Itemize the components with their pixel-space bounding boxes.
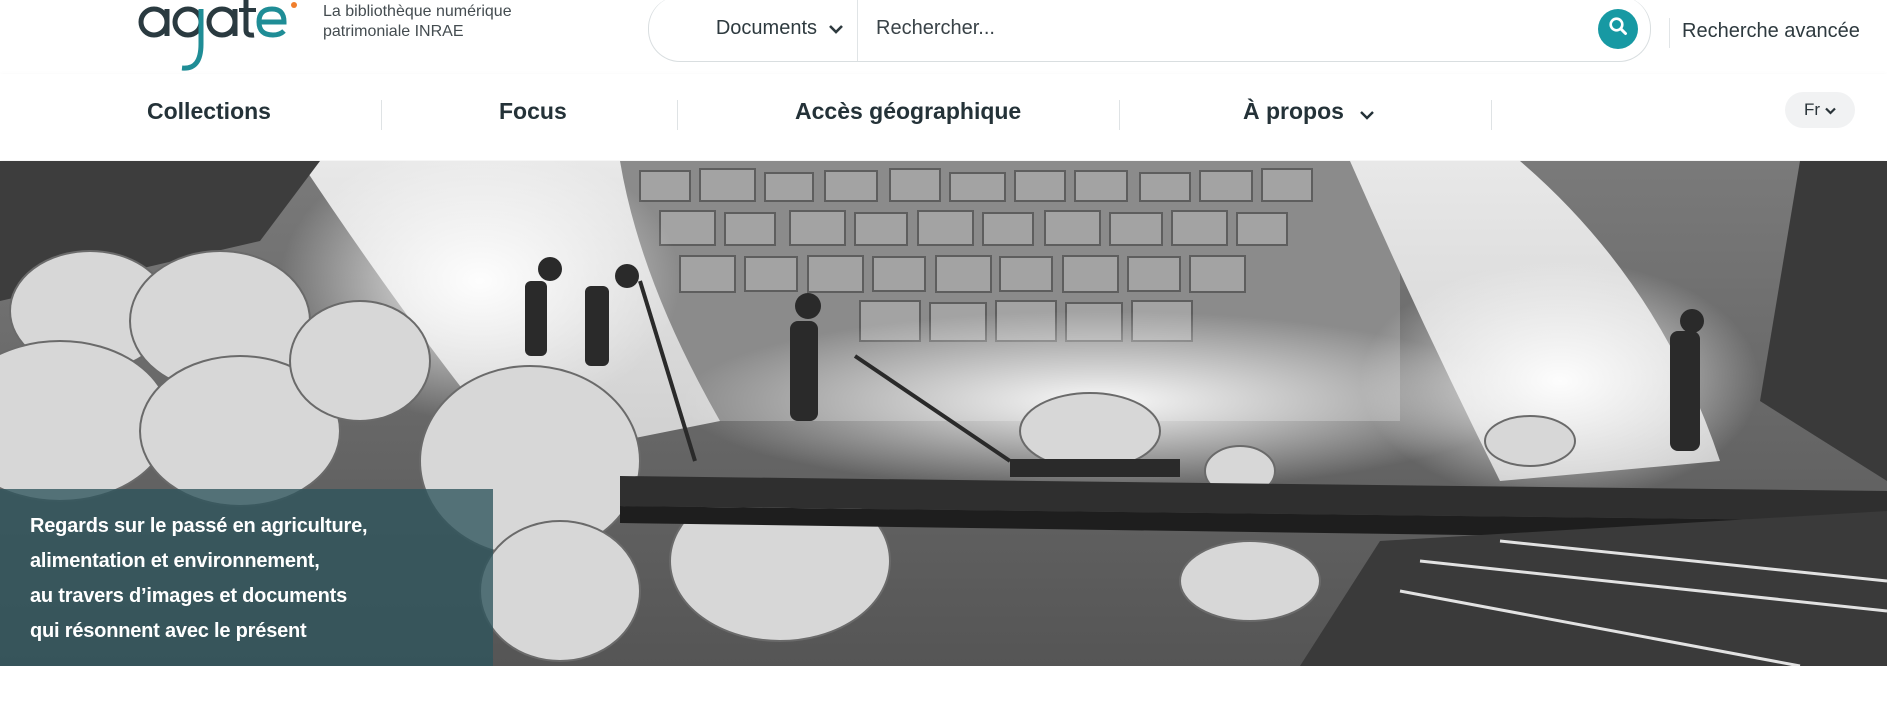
site-header: La bibliothèque numérique patrimoniale I… bbox=[0, 0, 1887, 72]
chevron-down-icon bbox=[829, 22, 843, 36]
nav-item-label: Focus bbox=[499, 98, 567, 124]
nav-item-label: Accès géographique bbox=[795, 98, 1022, 124]
search-scope-label: Documents bbox=[715, 17, 817, 39]
nav-item-label: Collections bbox=[147, 98, 271, 124]
nav-item-focus[interactable]: Focus bbox=[499, 98, 567, 125]
chevron-down-icon bbox=[1825, 100, 1836, 120]
tagline-line-2: patrimoniale INRAE bbox=[323, 23, 464, 40]
hero-banner: Regards sur le passé en agriculture, ali… bbox=[0, 161, 1887, 666]
advanced-search-link[interactable]: Recherche avancée bbox=[1682, 20, 1860, 43]
chevron-down-icon bbox=[1360, 99, 1375, 126]
hero-caption-line: au travers d’images et documents bbox=[30, 585, 348, 607]
agate-logo-icon bbox=[138, 0, 297, 71]
divider bbox=[1669, 18, 1670, 48]
search-input[interactable] bbox=[858, 0, 1598, 61]
language-selector[interactable]: Fr bbox=[1785, 92, 1855, 128]
nav-divider bbox=[381, 100, 382, 130]
nav-item-collections[interactable]: Collections bbox=[147, 98, 271, 125]
hero-caption: Regards sur le passé en agriculture, ali… bbox=[0, 489, 493, 666]
tagline-line-1: La bibliothèque numérique bbox=[323, 3, 512, 20]
search-icon bbox=[1608, 16, 1628, 41]
hero-caption-line: alimentation et environnement, bbox=[30, 550, 320, 572]
language-label: Fr bbox=[1803, 100, 1821, 119]
nav-divider bbox=[1491, 100, 1492, 130]
main-nav: Collections Focus Accès géographique À p… bbox=[0, 74, 1887, 160]
agate-logo[interactable] bbox=[136, 0, 301, 72]
nav-divider bbox=[677, 100, 678, 130]
nav-item-geographic-access[interactable]: Accès géographique bbox=[795, 98, 1021, 125]
site-tagline: La bibliothèque numérique patrimoniale I… bbox=[323, 0, 512, 44]
nav-divider bbox=[1119, 100, 1120, 130]
search-scope-dropdown[interactable]: Documents bbox=[649, 0, 858, 61]
search-button[interactable] bbox=[1598, 8, 1638, 49]
hero-caption-line: qui résonnent avec le présent bbox=[30, 620, 307, 642]
search-bar: Documents bbox=[648, 0, 1651, 62]
nav-item-label: À propos bbox=[1243, 98, 1344, 124]
nav-item-about[interactable]: À propos bbox=[1243, 98, 1375, 126]
hero-caption-line: Regards sur le passé en agriculture, bbox=[30, 515, 368, 537]
